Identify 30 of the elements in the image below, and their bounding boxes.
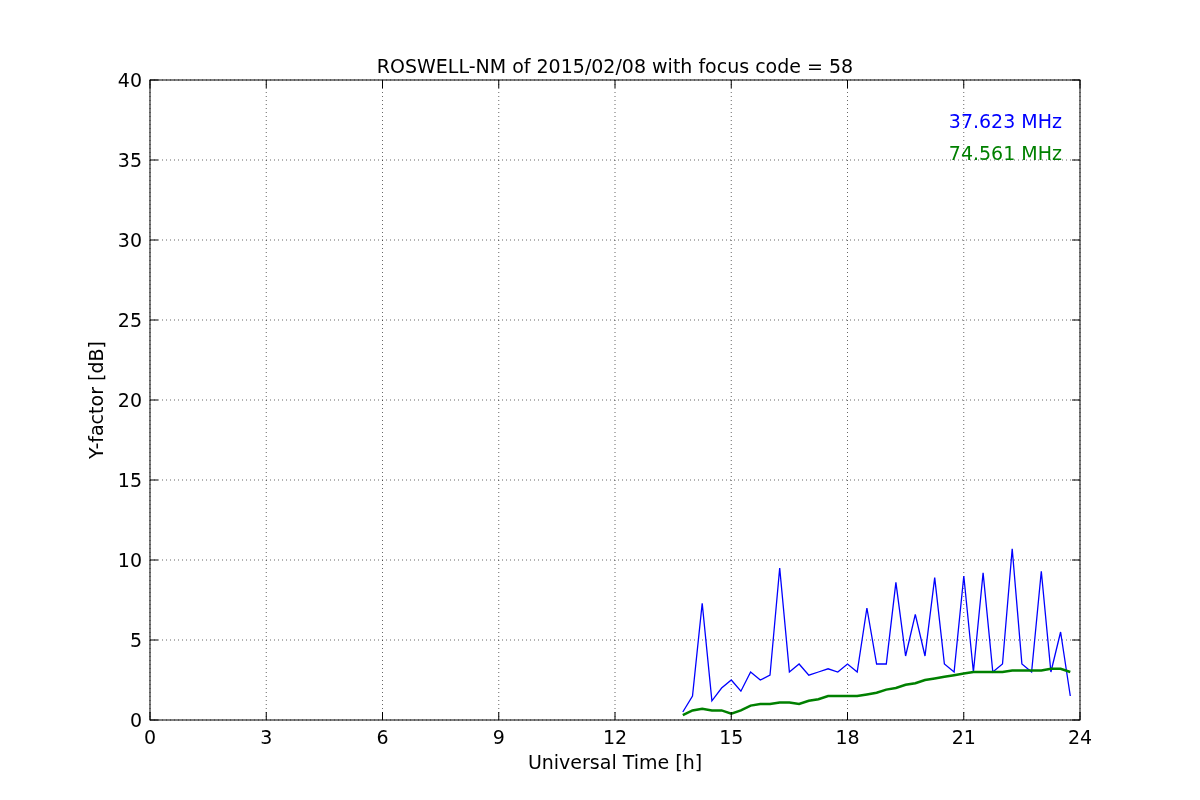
tick-label: 30 bbox=[117, 229, 142, 251]
tick-mark bbox=[382, 711, 383, 721]
tick-mark bbox=[265, 711, 267, 721]
tick-mark bbox=[730, 711, 732, 721]
tick-label: 21 bbox=[951, 726, 976, 748]
tick-mark bbox=[963, 711, 965, 721]
tick-mark bbox=[847, 711, 848, 721]
tick-label: 40 bbox=[117, 69, 142, 91]
tick-label: 6 bbox=[376, 726, 389, 748]
tick-label: 15 bbox=[117, 469, 142, 491]
tick-label: 10 bbox=[117, 549, 142, 571]
tick-label: 5 bbox=[129, 629, 142, 651]
tick-label: 15 bbox=[719, 726, 744, 748]
tick-label: 24 bbox=[1067, 726, 1093, 748]
tick-label: 0 bbox=[143, 726, 157, 748]
tick-mark bbox=[614, 711, 616, 721]
tick-label: 35 bbox=[117, 149, 142, 171]
tick-label: 25 bbox=[117, 309, 142, 331]
tick-label: 9 bbox=[492, 726, 505, 748]
axis-label: Y-factor [dB] bbox=[85, 341, 107, 459]
axis-label: Universal Time [h] bbox=[527, 751, 703, 773]
tick-label: 3 bbox=[260, 726, 273, 748]
tick-label: 20 bbox=[117, 389, 142, 411]
tick-label: 12 bbox=[602, 726, 628, 748]
tick-label: 0 bbox=[129, 709, 142, 731]
legend-label: 74.561 MHz bbox=[948, 142, 1062, 164]
tick-label: 18 bbox=[835, 726, 860, 748]
chart-title: ROSWELL-NM of 2015/02/08 with focus code = 58 bbox=[376, 55, 854, 77]
tick-mark bbox=[498, 711, 500, 721]
legend-label: 37.623 MHz bbox=[948, 110, 1062, 132]
